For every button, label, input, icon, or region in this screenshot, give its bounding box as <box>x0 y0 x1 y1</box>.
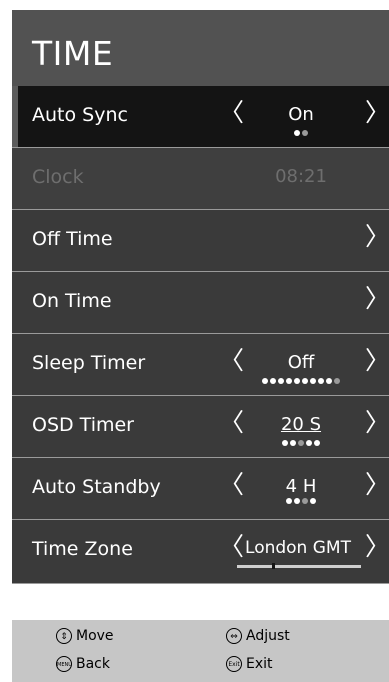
auto-standby-value: 4 H <box>285 476 317 497</box>
hint-adjust-label: Adjust <box>246 628 290 644</box>
option-dot <box>262 378 268 384</box>
option-dot <box>306 440 312 446</box>
time-settings-panel: TIME Auto Sync 〈 On 〉 Clock 08:21 Off Ti… <box>12 0 389 682</box>
chevron-left-icon[interactable]: 〈 <box>219 408 244 438</box>
menu-item-osd-timer[interactable]: OSD Timer 〈 20 S 〉 <box>12 396 389 458</box>
hint-move: ⇕ Move <box>56 628 114 644</box>
option-dot <box>302 130 308 136</box>
key-hint-footer: ⇕ Move ⇔ Adjust MENU Back Exit Exit <box>12 620 389 682</box>
menu-item-off-time[interactable]: Off Time 〉 <box>12 210 389 272</box>
auto-sync-option-dots <box>240 130 362 136</box>
auto-standby-option-dots <box>240 498 362 504</box>
hint-move-label: Move <box>76 628 114 644</box>
menu-key-icon: MENU <box>56 656 72 672</box>
option-dot <box>310 378 316 384</box>
time-zone-position-marker <box>272 563 275 569</box>
auto-standby-label: Auto Standby <box>32 476 161 498</box>
chevron-left-icon[interactable]: 〈 <box>219 470 244 500</box>
title-bar: TIME <box>12 10 389 86</box>
option-dot <box>310 498 316 504</box>
auto-sync-label: Auto Sync <box>32 104 128 126</box>
page-title: TIME <box>32 34 114 73</box>
chevron-right-icon[interactable]: 〉 <box>365 470 389 500</box>
option-dot <box>334 378 340 384</box>
option-dot <box>302 498 308 504</box>
exit-key-icon: Exit <box>226 656 242 672</box>
chevron-right-icon[interactable]: 〉 <box>365 346 389 376</box>
chevron-right-icon[interactable]: 〉 <box>365 408 389 438</box>
option-dot <box>286 498 292 504</box>
sleep-timer-label: Sleep Timer <box>32 352 146 374</box>
sleep-timer-option-dots <box>240 378 362 384</box>
option-dot <box>278 378 284 384</box>
hint-back-label: Back <box>76 656 110 672</box>
option-dot <box>326 378 332 384</box>
chevron-left-icon[interactable]: 〈 <box>219 346 244 376</box>
menu-item-on-time[interactable]: On Time 〉 <box>12 272 389 334</box>
left-right-key-icon: ⇔ <box>226 628 242 644</box>
menu-item-time-zone[interactable]: Time Zone 〈 London GMT 〉 <box>12 520 389 584</box>
time-zone-label: Time Zone <box>32 538 133 560</box>
off-time-label: Off Time <box>32 228 113 250</box>
auto-sync-value: On <box>288 104 314 125</box>
hint-adjust: ⇔ Adjust <box>226 628 290 644</box>
option-dot <box>270 378 276 384</box>
chevron-right-icon[interactable]: 〉 <box>365 284 389 314</box>
sleep-timer-value: Off <box>287 352 315 373</box>
time-zone-value: London GMT <box>245 538 351 558</box>
clock-label: Clock <box>32 166 84 188</box>
up-down-key-icon: ⇕ <box>56 628 72 644</box>
chevron-left-icon[interactable]: 〈 <box>219 98 244 128</box>
hint-exit: Exit Exit <box>226 656 273 672</box>
menu-item-sleep-timer[interactable]: Sleep Timer 〈 Off 〉 <box>12 334 389 396</box>
option-dot <box>294 130 300 136</box>
hint-exit-label: Exit <box>246 656 273 672</box>
option-dot <box>314 440 320 446</box>
option-dot <box>282 440 288 446</box>
menu-item-clock: Clock 08:21 <box>12 148 389 210</box>
chevron-right-icon[interactable]: 〉 <box>365 222 389 252</box>
chevron-right-icon[interactable]: 〉 <box>365 532 389 562</box>
option-dot <box>318 378 324 384</box>
hint-back: MENU Back <box>56 656 110 672</box>
option-dot <box>290 440 296 446</box>
osd-timer-option-dots <box>240 440 362 446</box>
option-dot <box>294 498 300 504</box>
chevron-right-icon[interactable]: 〉 <box>365 98 389 128</box>
time-zone-scroll-bar <box>237 563 361 569</box>
option-dot <box>294 378 300 384</box>
clock-value: 08:21 <box>275 166 327 187</box>
menu-item-auto-sync[interactable]: Auto Sync 〈 On 〉 <box>12 86 389 148</box>
menu-item-auto-standby[interactable]: Auto Standby 〈 4 H 〉 <box>12 458 389 520</box>
osd-timer-value: 20 S <box>280 414 322 435</box>
option-dot <box>302 378 308 384</box>
option-dot <box>298 440 304 446</box>
on-time-label: On Time <box>32 290 112 312</box>
osd-timer-label: OSD Timer <box>32 414 134 436</box>
option-dot <box>286 378 292 384</box>
